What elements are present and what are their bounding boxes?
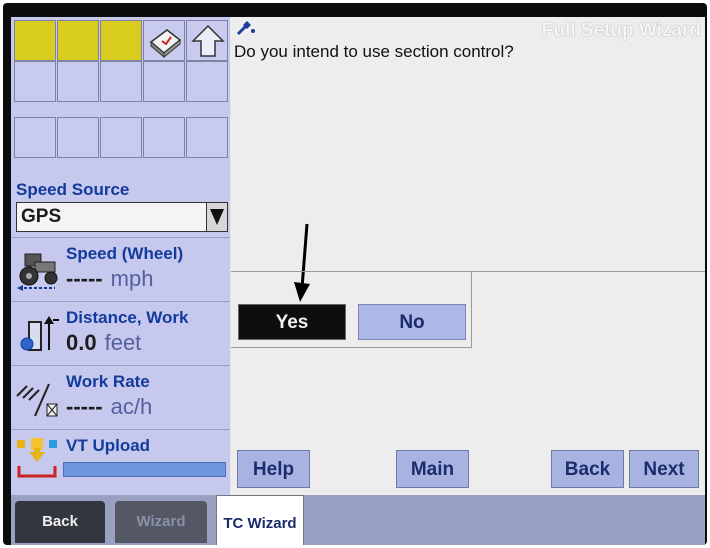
- help-button[interactable]: Help: [237, 450, 310, 488]
- softkey-12[interactable]: [57, 117, 99, 158]
- speed-unit: mph: [110, 266, 154, 291]
- wizard-titlebar: Full Setup Wizard: [231, 17, 705, 44]
- upload-progress-bar: [63, 462, 226, 477]
- readout-vt-upload: VT Upload: [11, 429, 230, 495]
- wizard-icon: [236, 21, 255, 36]
- readout-work-rate: Work Rate ----- ac/h: [11, 365, 230, 429]
- vt-upload-title: VT Upload: [66, 436, 151, 455]
- tab-wizard[interactable]: Wizard: [115, 501, 207, 543]
- book-icon: [149, 29, 182, 58]
- vt-upload-icon: [17, 438, 57, 478]
- work-rate-title: Work Rate: [66, 372, 150, 391]
- softkey-15[interactable]: [186, 117, 228, 158]
- device-frame: Speed Source GPS Speed (Wheel) ----- mph…: [3, 3, 707, 545]
- softkey-grid: [11, 17, 230, 163]
- tab-back[interactable]: Back: [15, 501, 105, 543]
- bottom-tab-bar: Back Wizard TC Wizard: [11, 495, 705, 545]
- next-button[interactable]: Next: [629, 450, 699, 488]
- no-button[interactable]: No: [358, 304, 466, 340]
- back-button[interactable]: Back: [551, 450, 624, 488]
- speed-source-select[interactable]: GPS: [16, 202, 228, 232]
- up-arrow-icon: [191, 24, 225, 57]
- window-title: Full Setup Wizard: [541, 20, 701, 41]
- up-arrow-softkey[interactable]: [186, 20, 228, 61]
- book-softkey[interactable]: [143, 20, 185, 61]
- wizard-panel: Full Setup Wizard Do you intend to use s…: [231, 17, 705, 495]
- distance-title: Distance, Work: [66, 308, 189, 327]
- softkey-14[interactable]: [143, 117, 185, 158]
- chevron-down-icon: [210, 209, 224, 225]
- softkey-1[interactable]: [14, 20, 56, 61]
- softkey-7[interactable]: [57, 61, 99, 102]
- softkey-13[interactable]: [100, 117, 142, 158]
- distance-value: 0.0: [66, 330, 97, 355]
- work-rate-unit: ac/h: [110, 394, 153, 419]
- speed-source-value: GPS: [21, 206, 62, 227]
- softkey-8[interactable]: [100, 61, 142, 102]
- left-panel: Speed Source GPS Speed (Wheel) ----- mph…: [11, 17, 230, 495]
- main-button[interactable]: Main: [396, 450, 469, 488]
- readout-speed: Speed (Wheel) ----- mph: [11, 237, 230, 301]
- speed-source-label: Speed Source: [16, 180, 130, 199]
- distance-unit: feet: [104, 330, 142, 355]
- speed-title: Speed (Wheel): [66, 244, 184, 263]
- distance-work-icon: [20, 316, 59, 351]
- work-rate-value: -----: [66, 394, 103, 419]
- softkey-3[interactable]: [100, 20, 142, 61]
- work-rate-icon: [16, 383, 58, 417]
- softkey-10[interactable]: [186, 61, 228, 102]
- speed-value: -----: [66, 266, 103, 291]
- softkey-6[interactable]: [14, 61, 56, 102]
- dropdown-arrow[interactable]: [206, 203, 227, 231]
- softkey-2[interactable]: [57, 20, 99, 61]
- tractor-speed-icon: [17, 253, 58, 291]
- softkey-11[interactable]: [14, 117, 56, 158]
- softkey-9[interactable]: [143, 61, 185, 102]
- tab-tc-wizard[interactable]: TC Wizard: [216, 495, 304, 545]
- display-screen: Speed Source GPS Speed (Wheel) ----- mph…: [11, 17, 705, 545]
- question-text: Do you intend to use section control?: [234, 42, 514, 61]
- readout-distance: Distance, Work 0.0 feet: [11, 301, 230, 365]
- yes-button[interactable]: Yes: [238, 304, 346, 340]
